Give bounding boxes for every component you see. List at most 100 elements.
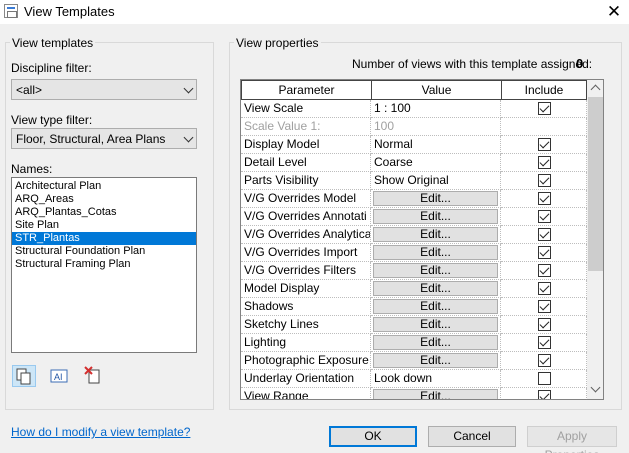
parameter-cell: V/G Overrides Analytica: [241, 226, 371, 244]
edit-button[interactable]: Edit...: [373, 227, 498, 242]
template-list-item[interactable]: ARQ_Areas: [12, 193, 196, 206]
help-link[interactable]: How do I modify a view template?: [11, 425, 190, 439]
scrollbar-thumb[interactable]: [588, 97, 603, 271]
property-row[interactable]: V/G Overrides Filters Edit...: [241, 262, 587, 280]
edit-button[interactable]: Edit...: [373, 335, 498, 350]
discipline-filter-label: Discipline filter:: [11, 61, 92, 75]
parameter-cell: Scale Value 1:: [241, 118, 371, 136]
edit-button[interactable]: Edit...: [373, 191, 498, 206]
template-list-item[interactable]: ARQ_Plantas_Cotas: [12, 206, 196, 219]
template-list-item[interactable]: Structural Foundation Plan: [12, 245, 196, 258]
property-row[interactable]: Shadows Edit...: [241, 298, 587, 316]
property-row[interactable]: Underlay Orientation Look down: [241, 370, 587, 388]
parameter-cell: Display Model: [241, 136, 371, 154]
property-row[interactable]: Sketchy Lines Edit...: [241, 316, 587, 334]
property-row[interactable]: V/G Overrides Analytica Edit...: [241, 226, 587, 244]
duplicate-button[interactable]: [12, 365, 36, 387]
rename-icon-text: AI: [54, 372, 63, 382]
property-row[interactable]: V/G Overrides Model Edit...: [241, 190, 587, 208]
property-row[interactable]: Model Display Edit...: [241, 280, 587, 298]
edit-button[interactable]: Edit...: [373, 245, 498, 260]
include-cell: [501, 334, 587, 352]
properties-grid[interactable]: Parameter Value Include View Scale 1 : 10…: [240, 79, 604, 400]
column-header-value[interactable]: Value: [371, 80, 502, 100]
include-checkbox[interactable]: [538, 300, 551, 313]
edit-button[interactable]: Edit...: [373, 389, 498, 399]
apply-properties-button[interactable]: Apply Properties: [527, 426, 617, 453]
include-checkbox[interactable]: [538, 336, 551, 349]
include-cell: [501, 352, 587, 370]
include-checkbox[interactable]: [538, 354, 551, 367]
include-checkbox[interactable]: [538, 228, 551, 241]
edit-button[interactable]: Edit...: [373, 209, 498, 224]
edit-button[interactable]: Edit...: [373, 299, 498, 314]
include-checkbox[interactable]: [538, 102, 551, 115]
names-label: Names:: [11, 162, 53, 176]
property-row[interactable]: View Range Edit...: [241, 388, 587, 399]
include-cell: [501, 172, 587, 190]
include-checkbox[interactable]: [538, 372, 551, 385]
scroll-down-icon[interactable]: [590, 382, 601, 393]
column-header-parameter[interactable]: Parameter: [241, 80, 372, 100]
properties-scrollbar[interactable]: [587, 80, 603, 399]
title-bar: View Templates ✕: [0, 0, 629, 24]
include-checkbox[interactable]: [538, 282, 551, 295]
property-row[interactable]: Display Model Normal: [241, 136, 587, 154]
value-cell: Edit...: [371, 316, 501, 334]
include-checkbox[interactable]: [538, 138, 551, 151]
value-cell[interactable]: Show Original: [371, 172, 501, 190]
discipline-filter-dropdown[interactable]: <all>: [11, 79, 197, 100]
include-checkbox[interactable]: [538, 210, 551, 223]
column-header-include[interactable]: Include: [501, 80, 587, 100]
template-list-item[interactable]: Structural Framing Plan: [12, 258, 196, 271]
template-list-item[interactable]: Site Plan: [12, 219, 196, 232]
ok-button[interactable]: OK: [329, 426, 417, 447]
include-checkbox[interactable]: [538, 318, 551, 331]
value-cell[interactable]: Coarse: [371, 154, 501, 172]
property-row[interactable]: Photographic Exposure Edit...: [241, 352, 587, 370]
include-cell: [501, 208, 587, 226]
include-checkbox[interactable]: [538, 192, 551, 205]
property-row[interactable]: View Scale 1 : 100: [241, 100, 587, 118]
edit-button[interactable]: Edit...: [373, 263, 498, 278]
rename-button[interactable]: AI: [47, 365, 71, 387]
edit-button[interactable]: Edit...: [373, 353, 498, 368]
value-cell: Edit...: [371, 244, 501, 262]
value-cell: Edit...: [371, 226, 501, 244]
parameter-cell: Model Display: [241, 280, 371, 298]
value-cell: Edit...: [371, 334, 501, 352]
value-cell: 100: [371, 118, 501, 136]
cancel-button[interactable]: Cancel: [428, 426, 516, 447]
include-cell: [501, 370, 587, 388]
view-type-filter-dropdown[interactable]: Floor, Structural, Area Plans: [11, 128, 197, 149]
property-row[interactable]: Scale Value 1: 100: [241, 118, 587, 136]
property-row[interactable]: Detail Level Coarse: [241, 154, 587, 172]
names-listbox[interactable]: Architectural Plan ARQ_Areas ARQ_Plantas_C…: [11, 177, 197, 353]
include-checkbox[interactable]: [538, 174, 551, 187]
include-cell: [501, 154, 587, 172]
value-cell[interactable]: 1 : 100: [371, 100, 501, 118]
include-cell: [501, 316, 587, 334]
edit-button[interactable]: Edit...: [373, 281, 498, 296]
template-list-item[interactable]: Architectural Plan: [12, 180, 196, 193]
parameter-cell: Lighting: [241, 334, 371, 352]
property-row[interactable]: V/G Overrides Import Edit...: [241, 244, 587, 262]
edit-button[interactable]: Edit...: [373, 317, 498, 332]
include-checkbox[interactable]: [538, 264, 551, 277]
include-checkbox[interactable]: [538, 390, 551, 399]
close-icon[interactable]: ✕: [604, 2, 624, 22]
template-list-item[interactable]: STR_Plantas: [12, 232, 196, 245]
include-cell: [501, 118, 587, 136]
property-row[interactable]: Parts Visibility Show Original: [241, 172, 587, 190]
property-row[interactable]: Lighting Edit...: [241, 334, 587, 352]
value-cell: Edit...: [371, 298, 501, 316]
parameter-cell: Detail Level: [241, 154, 371, 172]
delete-button[interactable]: [82, 365, 106, 387]
scroll-up-icon[interactable]: [590, 84, 601, 95]
include-checkbox[interactable]: [538, 156, 551, 169]
parameter-cell: V/G Overrides Annotati: [241, 208, 371, 226]
value-cell[interactable]: Look down: [371, 370, 501, 388]
value-cell[interactable]: Normal: [371, 136, 501, 154]
property-row[interactable]: V/G Overrides Annotati Edit...: [241, 208, 587, 226]
include-checkbox[interactable]: [538, 246, 551, 259]
